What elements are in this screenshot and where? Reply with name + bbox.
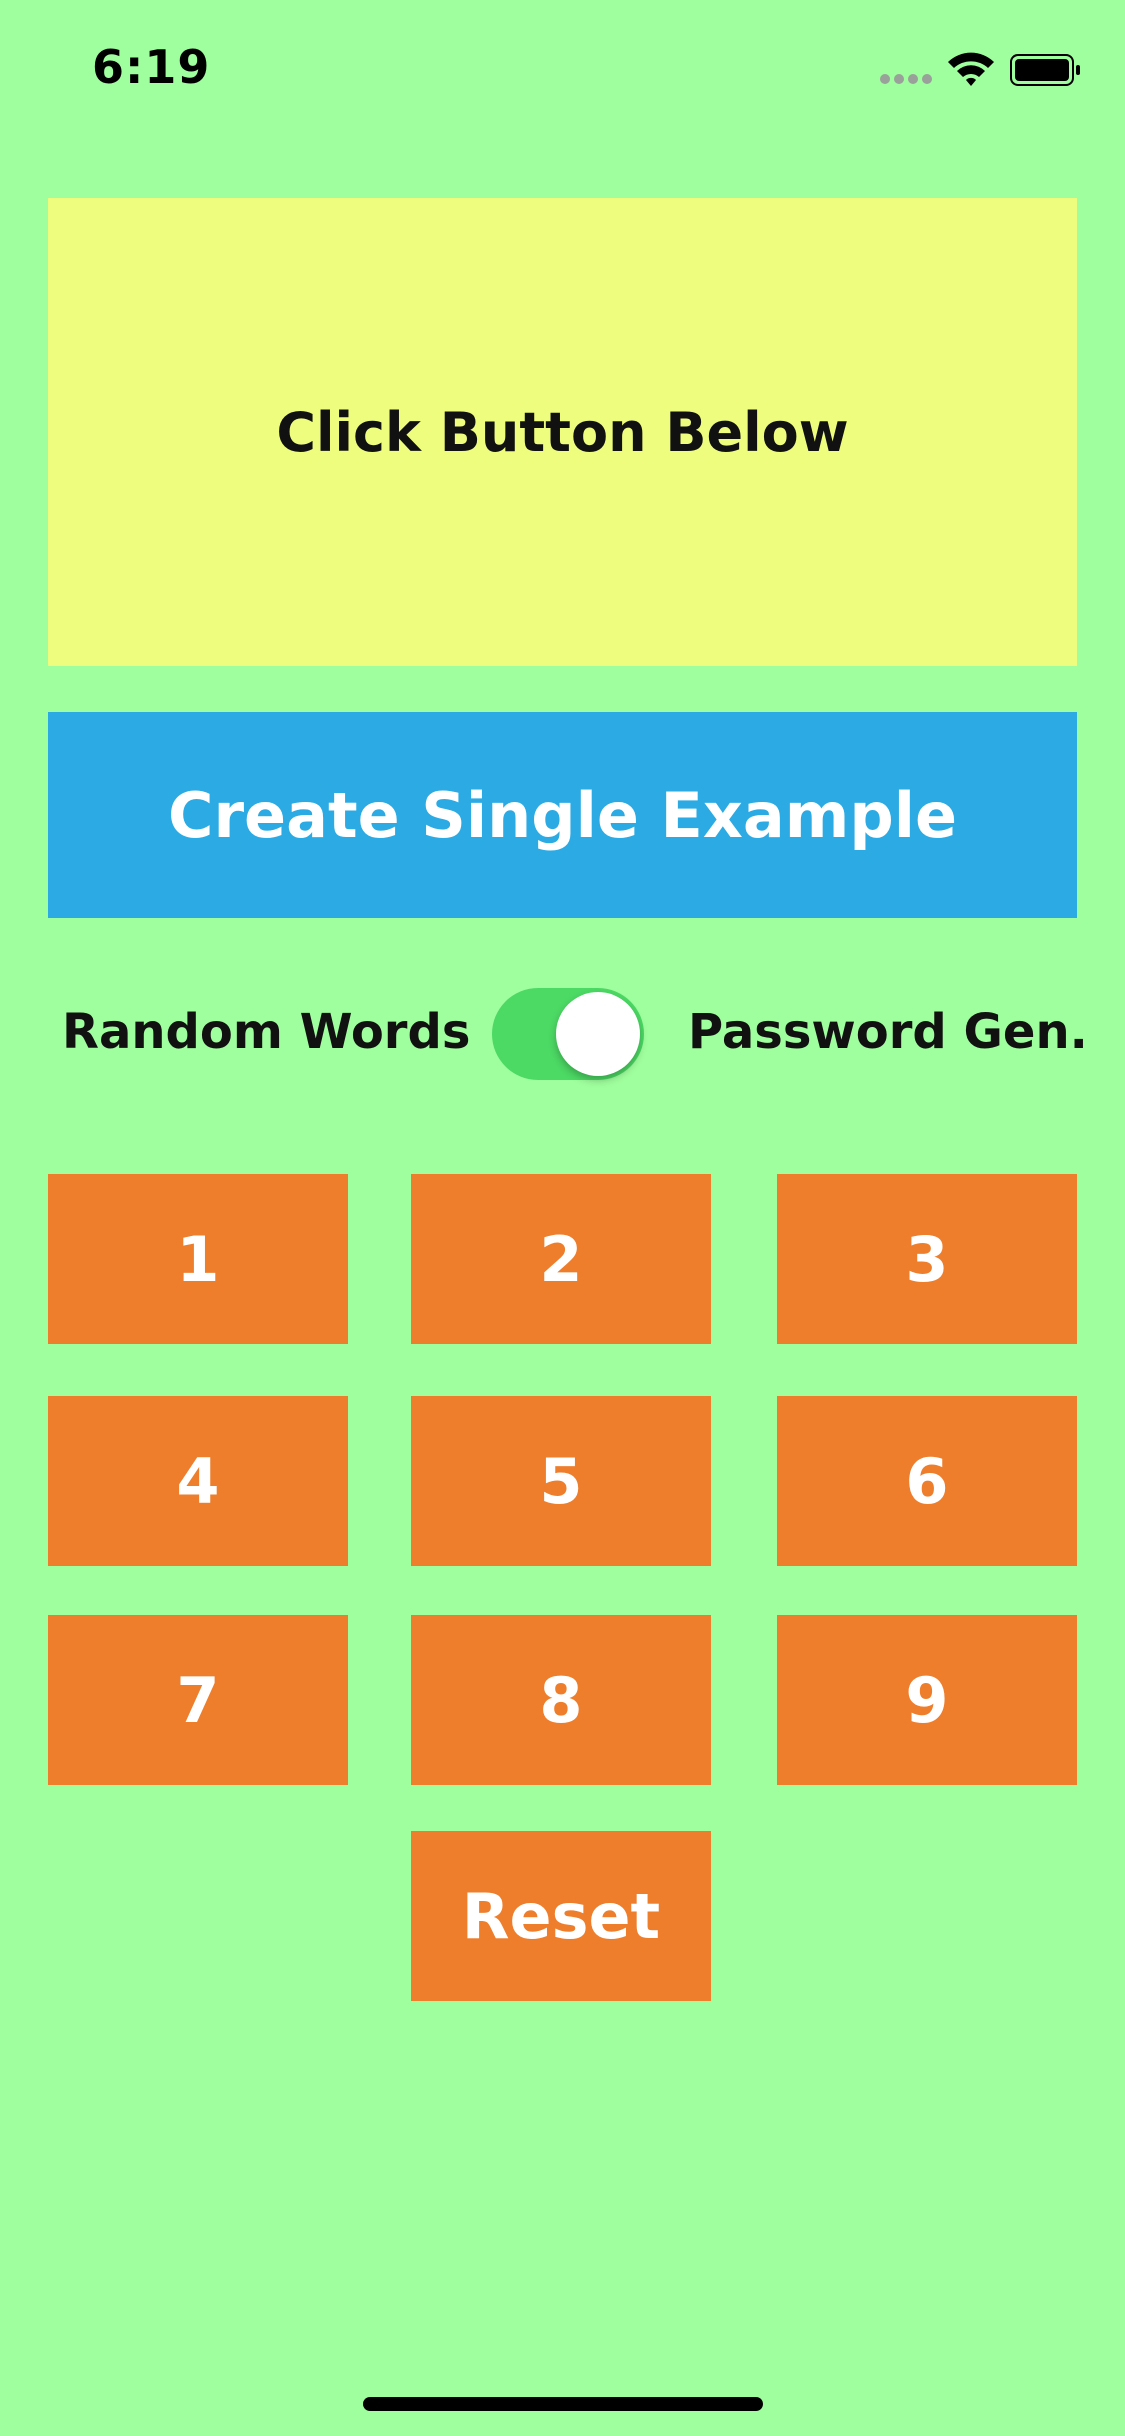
wifi-icon <box>948 52 994 86</box>
keypad-button-2[interactable]: 2 <box>411 1174 711 1344</box>
status-time: 6:19 <box>92 40 211 94</box>
status-bar: 6:19 <box>0 0 1125 140</box>
output-display: Click Button Below <box>48 198 1077 666</box>
keypad-button-4[interactable]: 4 <box>48 1396 348 1566</box>
toggle-knob <box>556 992 640 1076</box>
keypad-button-7[interactable]: 7 <box>48 1615 348 1785</box>
create-single-example-button[interactable]: Create Single Example <box>48 712 1077 918</box>
keypad-button-3[interactable]: 3 <box>777 1174 1077 1344</box>
keypad-button-6[interactable]: 6 <box>777 1396 1077 1566</box>
keypad-button-1[interactable]: 1 <box>48 1174 348 1344</box>
battery-icon <box>1010 54 1080 86</box>
random-words-label: Random Words <box>62 1004 471 1060</box>
keypad-button-9[interactable]: 9 <box>777 1615 1077 1785</box>
reset-button[interactable]: Reset <box>411 1831 711 2001</box>
password-gen-label: Password Gen. <box>688 1004 1088 1060</box>
mode-toggle-switch[interactable] <box>492 988 644 1080</box>
output-text: Click Button Below <box>276 400 849 464</box>
signal-icon <box>880 74 934 86</box>
home-indicator[interactable] <box>363 2397 763 2411</box>
keypad-button-8[interactable]: 8 <box>411 1615 711 1785</box>
keypad-button-5[interactable]: 5 <box>411 1396 711 1566</box>
